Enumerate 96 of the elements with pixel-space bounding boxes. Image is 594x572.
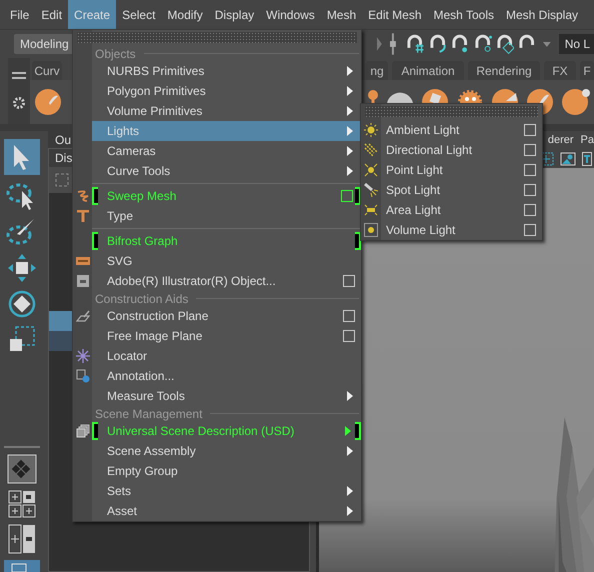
shelf-tab[interactable]: F: [580, 61, 594, 80]
menu-bar-item[interactable]: Mesh: [320, 0, 362, 29]
option-box[interactable]: [524, 184, 536, 196]
stack-icon: [76, 424, 90, 438]
menu-item[interactable]: Scene Assembly: [92, 441, 361, 461]
option-box[interactable]: [524, 204, 536, 216]
star-icon: [76, 349, 90, 363]
single-view-icon[interactable]: [7, 454, 37, 484]
menu-item[interactable]: Adobe(R) Illustrator(R) Object...: [92, 271, 361, 291]
menu-item[interactable]: Cameras: [92, 141, 361, 161]
outliner-icon[interactable]: [4, 560, 40, 572]
option-box[interactable]: [341, 190, 353, 202]
menu-bar-item[interactable]: Windows: [260, 0, 321, 29]
menu-item[interactable]: Point Light: [381, 160, 542, 180]
spotlight-icon: [364, 183, 378, 197]
option-box[interactable]: [524, 164, 536, 176]
separator-icon: [390, 33, 396, 55]
option-box[interactable]: [524, 124, 536, 136]
area-light-icon: [364, 203, 378, 217]
sun-icon: [364, 123, 378, 137]
shelf-tab[interactable]: Animation: [392, 61, 464, 80]
letter-t-icon: [76, 209, 90, 223]
menu-item[interactable]: Directional Light: [381, 140, 542, 160]
tear-off-strip[interactable]: [77, 32, 357, 43]
sphere-icon[interactable]: [560, 87, 590, 117]
menu-item[interactable]: Polygon Primitives: [92, 81, 361, 101]
menu-bar-item[interactable]: Modify: [161, 0, 209, 29]
section-heading: Objects: [94, 46, 136, 60]
magnet-icon[interactable]: [428, 34, 448, 54]
menu-item[interactable]: Type: [92, 206, 361, 226]
scale-icon[interactable]: [8, 325, 36, 353]
menu-item[interactable]: Curve Tools: [92, 161, 361, 181]
menu-item[interactable]: Sets: [92, 481, 361, 501]
menu-bar-item[interactable]: Select: [116, 0, 162, 29]
menu-item[interactable]: Volume Primitives: [92, 101, 361, 121]
two-view-icon[interactable]: [8, 524, 36, 554]
menu-item[interactable]: NURBS Primitives: [92, 61, 361, 81]
move-icon[interactable]: [7, 253, 37, 283]
text-field[interactable]: No L: [558, 34, 594, 54]
point-light-icon: [364, 163, 378, 177]
dashed-square-icon: [55, 173, 69, 187]
option-box[interactable]: [524, 224, 536, 236]
volume-light-icon: [364, 223, 378, 237]
menu-item[interactable]: Sweep Mesh: [92, 186, 361, 206]
shelf-tab[interactable]: Rendering: [468, 61, 540, 80]
rotate-icon[interactable]: [7, 289, 37, 319]
four-view-icon[interactable]: [8, 490, 36, 518]
menu-item[interactable]: Measure Tools: [92, 386, 361, 406]
shelf-tab[interactable]: ng: [366, 61, 388, 80]
shelf-tab[interactable]: FX: [544, 61, 576, 80]
magnet-icon[interactable]: [450, 34, 470, 54]
menu-bar-item[interactable]: Edit: [35, 0, 68, 29]
caret-icon[interactable]: [542, 40, 552, 48]
magnet-icon[interactable]: [472, 34, 492, 54]
image-icon[interactable]: [560, 152, 576, 166]
option-box[interactable]: [524, 144, 536, 156]
menu-item[interactable]: Locator: [92, 346, 361, 366]
viewport-menu-item[interactable]: Pa: [580, 134, 594, 146]
menu-bar-item[interactable]: Display: [208, 0, 260, 29]
menu-bar-item[interactable]: Mesh Tools: [428, 0, 500, 29]
menu-item[interactable]: Volume Light: [381, 220, 542, 240]
menu-item[interactable]: Construction Plane: [92, 306, 361, 326]
shelf-tab[interactable]: Curv: [32, 61, 62, 80]
menu-item[interactable]: SVG: [92, 251, 361, 271]
viewport-menu-item[interactable]: derer: [548, 134, 574, 146]
annotation-icon: [76, 369, 90, 383]
sphere-icon[interactable]: [34, 88, 62, 116]
menu-item[interactable]: Spot Light: [381, 180, 542, 200]
document-icon: [76, 274, 90, 288]
plane-icon: [76, 309, 90, 323]
section-heading: Scene Management: [94, 406, 202, 420]
menu-item[interactable]: Bifrost Graph: [92, 231, 361, 251]
menu-bar-item[interactable]: Edit Mesh: [362, 0, 428, 29]
settings-icon[interactable]: [12, 96, 26, 110]
select-tool-button[interactable]: [4, 139, 40, 175]
menu-item[interactable]: Universal Scene Description (USD): [92, 421, 361, 441]
menu-bar-item[interactable]: Create: [68, 0, 116, 29]
menu-item[interactable]: Empty Group: [92, 461, 361, 481]
menu-item[interactable]: Lights: [92, 121, 361, 141]
menu-icon[interactable]: [12, 72, 26, 80]
menu-item[interactable]: Asset: [92, 501, 361, 521]
option-box[interactable]: [343, 275, 355, 287]
menu-bar-item[interactable]: Mesh Display: [500, 0, 584, 29]
option-box[interactable]: [343, 310, 355, 322]
magnet-icon[interactable]: [405, 34, 425, 54]
menu-item[interactable]: Annotation...: [92, 366, 361, 386]
menu-bar-item[interactable]: File: [4, 0, 36, 29]
section-heading: Construction Aids: [94, 292, 188, 306]
option-box[interactable]: [343, 330, 355, 342]
menu-item[interactable]: Ambient Light: [381, 120, 542, 140]
outliner-row[interactable]: [49, 311, 73, 331]
magnet-icon[interactable]: [495, 34, 514, 54]
spring-icon: [76, 189, 90, 203]
menu-item[interactable]: Free Image Plane: [92, 326, 361, 346]
menu-item[interactable]: Area Light: [381, 200, 542, 220]
text-tool-icon[interactable]: [582, 152, 592, 166]
